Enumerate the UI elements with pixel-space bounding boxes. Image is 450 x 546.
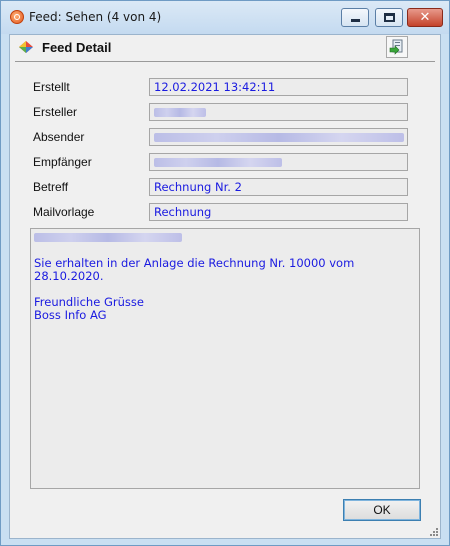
recipient-label: Empfänger	[33, 155, 92, 169]
creator-field[interactable]	[149, 103, 408, 121]
message-line-2: 28.10.2020.	[34, 269, 104, 283]
maximize-button[interactable]	[375, 8, 403, 27]
redacted-text	[154, 158, 282, 167]
redacted-text	[34, 233, 182, 242]
created-label: Erstellt	[33, 80, 70, 94]
title-bar[interactable]: Feed: Sehen (4 von 4) ✕	[1, 1, 449, 34]
redacted-text	[154, 133, 404, 142]
message-body[interactable]: Sie erhalten in der Anlage die Rechnung …	[30, 228, 420, 489]
dialog-window: Feed: Sehen (4 von 4) ✕ Feed Detail Erst…	[0, 0, 450, 546]
subject-label: Betreff	[33, 180, 69, 194]
creator-label: Ersteller	[33, 105, 78, 119]
maximize-icon	[384, 13, 395, 22]
subject-field[interactable]: Rechnung Nr. 2	[149, 178, 408, 196]
header-divider	[15, 61, 435, 62]
app-icon	[10, 10, 24, 24]
close-button[interactable]: ✕	[407, 8, 443, 27]
sender-label: Absender	[33, 130, 85, 144]
page-title: Feed Detail	[42, 40, 112, 55]
feed-detail-icon	[19, 41, 33, 53]
recipient-field[interactable]	[149, 153, 408, 171]
feed-detail-header: Feed Detail	[10, 35, 440, 61]
minimize-icon	[351, 19, 360, 22]
mail-template-field[interactable]: Rechnung	[149, 203, 408, 221]
redacted-text	[154, 108, 206, 117]
dialog-content: Feed Detail Erstellt 12.02.2021 13:42:11…	[9, 34, 441, 539]
created-field[interactable]: 12.02.2021 13:42:11	[149, 78, 408, 96]
mail-template-label: Mailvorlage	[33, 205, 95, 219]
message-signature: Boss Info AG	[34, 308, 107, 322]
export-icon	[389, 39, 403, 55]
ok-button[interactable]: OK	[343, 499, 421, 521]
window-title: Feed: Sehen (4 von 4)	[29, 10, 162, 24]
close-icon: ✕	[419, 10, 431, 25]
minimize-button[interactable]	[341, 8, 369, 27]
resize-grip-icon[interactable]	[428, 526, 438, 536]
export-button[interactable]	[386, 36, 408, 58]
sender-field[interactable]	[149, 128, 408, 146]
